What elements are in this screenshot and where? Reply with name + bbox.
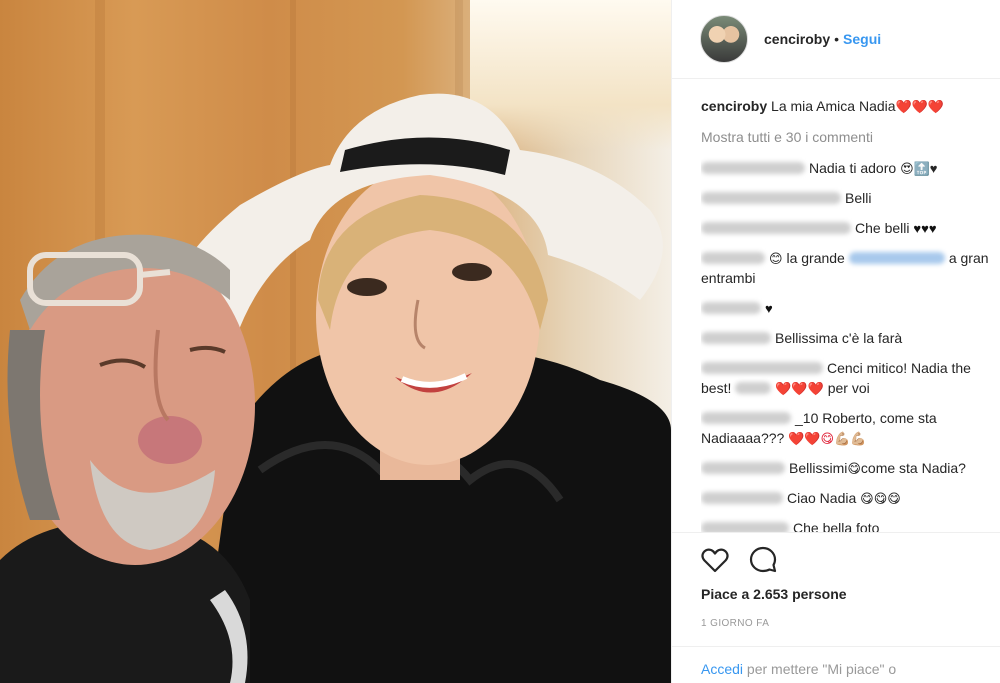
caption-emoji: ❤️❤️❤️ <box>895 99 945 114</box>
comment-text: a gran <box>948 250 989 266</box>
blurred-text <box>735 382 772 394</box>
likes-count[interactable]: Piace a 2.653 persone <box>701 586 847 602</box>
comment-text: Belli <box>845 190 872 206</box>
comment-item: Bellissimi😋come sta Nadia? <box>701 458 1000 478</box>
comment-text: Nadiaaaa??? <box>701 430 785 446</box>
photo-figures <box>0 93 671 683</box>
post-sidebar: cenciroby • Segui cenciroby La mia Amica… <box>671 0 1000 683</box>
comment-emoji: ♥♥♥ <box>913 221 937 236</box>
post-photo <box>0 0 671 683</box>
comment-item: 😊 la grande a gran entrambi <box>701 248 1000 288</box>
comments-list[interactable]: cenciroby La mia Amica Nadia❤️❤️❤️ Mostr… <box>701 96 1000 532</box>
blurred-username <box>701 222 851 234</box>
comment-text: per voi <box>827 380 870 396</box>
comment-emoji: 😋 <box>847 461 861 476</box>
comment-item: Belli <box>701 188 1000 208</box>
blurred-username <box>701 302 761 314</box>
comment-item: ♥ <box>701 298 1000 318</box>
login-prompt: Accedi per mettere "Mi piace" o <box>672 646 1000 677</box>
comment-text: _10 Roberto, come sta <box>795 410 937 426</box>
comment-emoji: 😋😋😋 <box>860 491 901 506</box>
comment-text: Bellissima c'è la farà <box>775 330 903 346</box>
separator-dot: • <box>834 31 840 47</box>
blurred-username <box>701 252 765 264</box>
comment-item: Nadia ti adoro 😍🔝♥ <box>701 158 1000 178</box>
blurred-username <box>701 162 805 174</box>
heart-outline-icon[interactable] <box>700 545 730 575</box>
post-timestamp: 1 GIORNO FA <box>701 618 770 629</box>
comment-emoji: 😍🔝♥ <box>900 161 938 176</box>
comment-text: Cenci mitico! Nadia the <box>827 360 971 376</box>
caption-username[interactable]: cenciroby <box>701 98 767 114</box>
blurred-username <box>701 412 791 424</box>
avatar[interactable] <box>700 15 748 63</box>
comment-text: entrambi <box>701 270 756 286</box>
blurred-mention <box>848 252 945 264</box>
comment-item: Bellissima c'è la farà <box>701 328 1000 348</box>
username-link[interactable]: cenciroby <box>764 31 830 47</box>
comment-text: best! <box>701 380 732 396</box>
blurred-username <box>701 462 785 474</box>
comment-text: Bellissimi <box>789 460 848 476</box>
comment-item: Cenci mitico! Nadia the best! ❤️❤️❤️ per… <box>701 358 1000 398</box>
comment-emoji: ❤️❤️❤️ <box>775 381 824 396</box>
comment-emoji: ❤️❤️😋💪🏼💪🏼 <box>788 431 867 446</box>
blurred-username <box>701 192 841 204</box>
show-all-comments-link[interactable]: Mostra tutti e 30 i commenti <box>701 127 1000 147</box>
blurred-username <box>701 492 783 504</box>
post-actions <box>672 532 1000 592</box>
comment-text: Ciao Nadia <box>787 490 857 506</box>
login-link[interactable]: Accedi <box>701 661 743 677</box>
comment-item: _10 Roberto, come sta Nadiaaaa??? ❤️❤️😋💪… <box>701 408 1000 448</box>
login-prompt-text: per mettere "Mi piace" o <box>743 661 897 677</box>
caption-text: La mia Amica Nadia <box>771 98 896 114</box>
comment-emoji: ♥ <box>765 301 773 316</box>
comment-text: Che bella foto <box>793 520 880 532</box>
comment-text: come sta Nadia? <box>860 460 966 476</box>
caption: cenciroby La mia Amica Nadia❤️❤️❤️ <box>701 96 1000 116</box>
comment-text: Che belli <box>855 220 910 236</box>
post-header: cenciroby • Segui <box>672 0 1000 79</box>
comment-item: Ciao Nadia 😋😋😋 <box>701 488 1000 508</box>
speech-bubble-icon[interactable] <box>748 545 778 575</box>
follow-button[interactable]: Segui <box>843 31 881 47</box>
comment-text: Nadia ti adoro <box>809 160 897 176</box>
blurred-username <box>701 332 771 344</box>
comment-item: Che belli ♥♥♥ <box>701 218 1000 238</box>
comment-item: Che bella foto <box>701 518 1000 532</box>
blurred-username <box>701 522 789 532</box>
comment-emoji: 😊 <box>769 251 783 266</box>
comment-text: la grande <box>786 250 845 266</box>
blurred-username <box>701 362 823 374</box>
